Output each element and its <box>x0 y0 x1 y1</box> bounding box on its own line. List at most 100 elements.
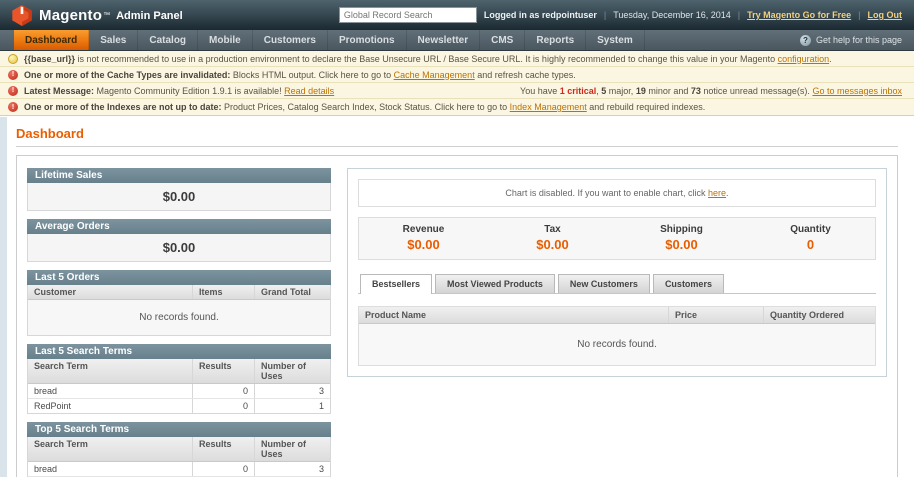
nav-item-dashboard[interactable]: Dashboard <box>14 30 89 50</box>
brand-name: Magento <box>39 7 102 24</box>
text-part: minor and <box>646 86 691 96</box>
notice-indexes-outdated: ! One or more of the Indexes are not up … <box>0 99 914 115</box>
orders-panel: Chart is disabled. If you want to enable… <box>347 168 887 377</box>
nav-item-newsletter[interactable]: Newsletter <box>407 30 481 50</box>
unread-messages-summary: You have 1 critical, 5 major, 19 minor a… <box>500 86 902 96</box>
results-cell: 0 <box>192 399 254 413</box>
tab-new-customers[interactable]: New Customers <box>558 274 650 293</box>
inline-link[interactable]: Cache Management <box>394 70 475 80</box>
global-search-input[interactable] <box>339 7 477 23</box>
text-part: major, <box>606 86 636 96</box>
text-part: You have <box>520 86 560 96</box>
inline-link[interactable]: configuration <box>778 54 830 64</box>
column-header-customer[interactable]: Customer <box>28 285 192 299</box>
lightbulb-icon <box>8 54 18 64</box>
column-header-items[interactable]: Items <box>192 285 254 299</box>
lifetime-sales-widget: Lifetime Sales $0.00 <box>27 168 331 211</box>
last5-orders-table: Customer Items Grand Total No records fo… <box>27 285 331 336</box>
left-gutter <box>0 117 7 477</box>
notice-text: {{base_url}} is not recommended to use i… <box>24 54 832 64</box>
text-part: and refresh cache types. <box>475 70 576 80</box>
tab-most-viewed-products[interactable]: Most Viewed Products <box>435 274 555 293</box>
average-orders-title: Average Orders <box>27 219 331 234</box>
table-row[interactable]: bread 0 3 <box>28 462 330 477</box>
logged-in-as: Logged in as redpointuser <box>484 10 597 20</box>
top5-search-title: Top 5 Search Terms <box>27 422 331 437</box>
search-term-cell: RedPoint <box>28 399 192 413</box>
text-part: notice unread message(s). <box>701 86 813 96</box>
tax-label: Tax <box>488 224 617 235</box>
column-header-number-of-uses[interactable]: Number of Uses <box>254 437 330 461</box>
lifetime-sales-value: $0.00 <box>27 183 331 211</box>
nav-item-cms[interactable]: CMS <box>480 30 525 50</box>
admin-notices: {{base_url}} is not recommended to use i… <box>0 51 914 116</box>
table-row[interactable]: bread 0 3 <box>28 384 330 399</box>
nav-item-system[interactable]: System <box>586 30 645 50</box>
column-header-quantity-ordered[interactable]: Quantity Ordered <box>763 307 875 323</box>
nav-item-reports[interactable]: Reports <box>525 30 586 50</box>
text-part: Chart is disabled. If you want to enable… <box>505 188 708 198</box>
average-orders-widget: Average Orders $0.00 <box>27 219 331 262</box>
try-magento-go-link[interactable]: Try Magento Go for Free <box>747 10 851 20</box>
magento-logo: Magento ™ Admin Panel <box>12 5 183 26</box>
inline-link[interactable]: Index Management <box>510 102 587 112</box>
column-header-product-name[interactable]: Product Name <box>359 307 668 323</box>
inline-link[interactable]: here <box>708 188 726 198</box>
uses-cell: 3 <box>254 462 330 476</box>
header: Magento ™ Admin Panel Logged in as redpo… <box>0 0 914 30</box>
error-icon: ! <box>8 86 18 96</box>
column-header-results[interactable]: Results <box>192 359 254 383</box>
notice-text: One or more of the Indexes are not up to… <box>24 102 705 112</box>
revenue-total: Revenue $0.00 <box>359 224 488 252</box>
get-help-link[interactable]: ? Get help for this page <box>800 30 914 50</box>
error-icon: ! <box>8 70 18 80</box>
separator: | <box>858 10 860 20</box>
column-header-results[interactable]: Results <box>192 437 254 461</box>
inline-link[interactable]: Read details <box>284 86 334 96</box>
tab-bestsellers[interactable]: Bestsellers <box>360 274 432 294</box>
nav-item-catalog[interactable]: Catalog <box>138 30 198 50</box>
text-part: 19 <box>636 86 646 96</box>
dashboard-right-column: Chart is disabled. If you want to enable… <box>347 168 887 377</box>
nav-item-mobile[interactable]: Mobile <box>198 30 253 50</box>
log-out-link[interactable]: Log Out <box>868 10 903 20</box>
dashboard-left-column: Lifetime Sales $0.00 Average Orders $0.0… <box>27 168 331 477</box>
notice-latest-message: ! Latest Message: Magento Community Edit… <box>0 83 914 99</box>
main-nav: Dashboard Sales Catalog Mobile Customers… <box>0 30 914 51</box>
notice-base-url: {{base_url}} is not recommended to use i… <box>0 51 914 67</box>
column-header-search-term[interactable]: Search Term <box>28 359 192 383</box>
page-title: Dashboard <box>16 126 898 141</box>
text-part: 1 critical <box>560 86 597 96</box>
quantity-value: 0 <box>746 237 875 252</box>
last5-orders-widget: Last 5 Orders Customer Items Grand Total… <box>27 270 331 336</box>
average-orders-value: $0.00 <box>27 234 331 262</box>
tab-customers[interactable]: Customers <box>653 274 724 293</box>
text-part: One or more of the Cache Types are inval… <box>24 70 230 80</box>
bestsellers-table: Product Name Price Quantity Ordered No r… <box>358 306 876 366</box>
table-row[interactable]: RedPoint 0 1 <box>28 399 330 413</box>
column-header-grand-total[interactable]: Grand Total <box>254 285 330 299</box>
text-part: Magento Community Edition 1.9.1 is avail… <box>94 86 284 96</box>
quantity-label: Quantity <box>746 224 875 235</box>
column-header-price[interactable]: Price <box>668 307 763 323</box>
text-part: . <box>726 188 729 198</box>
nav-item-customers[interactable]: Customers <box>253 30 328 50</box>
lifetime-sales-title: Lifetime Sales <box>27 168 331 183</box>
revenue-label: Revenue <box>359 224 488 235</box>
nav-item-sales[interactable]: Sales <box>89 30 138 50</box>
last5-orders-title: Last 5 Orders <box>27 270 331 285</box>
column-header-search-term[interactable]: Search Term <box>28 437 192 461</box>
nav-item-promotions[interactable]: Promotions <box>328 30 407 50</box>
quantity-total: Quantity 0 <box>746 224 875 252</box>
shipping-total: Shipping $0.00 <box>617 224 746 252</box>
notice-text: One or more of the Cache Types are inval… <box>24 70 576 80</box>
last5-search-table: Search Term Results Number of Uses bread… <box>27 359 331 414</box>
text-part: 73 <box>691 86 701 96</box>
no-records-message: No records found. <box>28 300 330 335</box>
results-cell: 0 <box>192 462 254 476</box>
text-part: is not recommended to use in a productio… <box>75 54 778 64</box>
inline-link[interactable]: Go to messages inbox <box>812 86 902 96</box>
column-header-number-of-uses[interactable]: Number of Uses <box>254 359 330 383</box>
top5-search-table: Search Term Results Number of Uses bread… <box>27 437 331 477</box>
page-heading: Dashboard <box>16 126 898 147</box>
